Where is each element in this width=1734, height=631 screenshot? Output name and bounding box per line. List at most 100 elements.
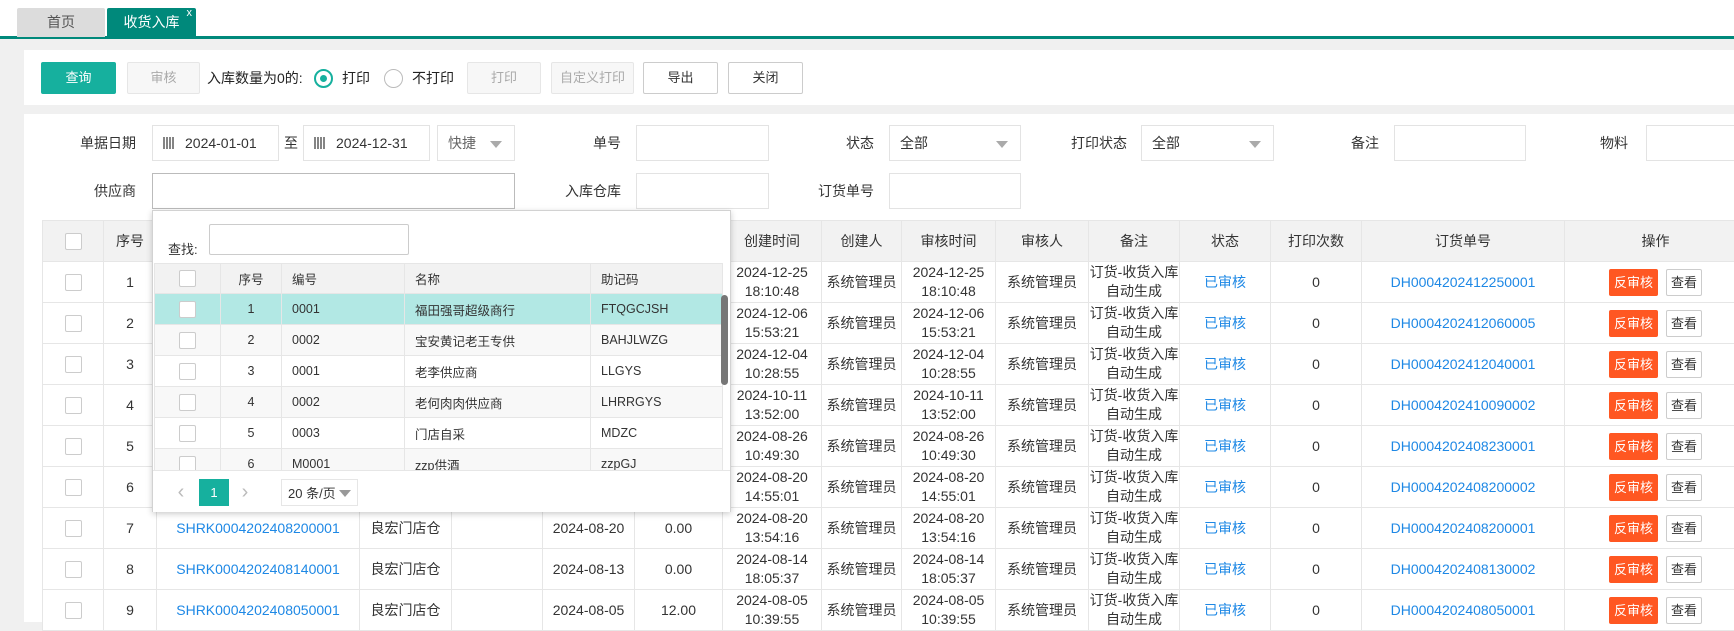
custom-print-button[interactable]: 自定义打印 (551, 62, 634, 94)
material-input[interactable] (1646, 125, 1734, 161)
scrollbar[interactable] (721, 295, 728, 385)
view-button[interactable]: 查看 (1666, 556, 1702, 583)
row-checkbox[interactable] (179, 363, 196, 380)
row-checkbox[interactable] (179, 394, 196, 411)
creator-cell: 系统管理员 (827, 479, 897, 495)
date-to-input[interactable]: 2024-12-31 (303, 125, 430, 161)
quick-select[interactable]: 快捷 (437, 125, 515, 161)
order-no-link[interactable]: DH0004202408200002 (1391, 479, 1536, 495)
order-no-link[interactable]: DH0004202412060005 (1391, 315, 1536, 331)
export-button[interactable]: 导出 (643, 62, 718, 94)
query-button[interactable]: 查询 (41, 62, 116, 94)
date-cell: 2024-08-05 (553, 602, 625, 618)
view-button[interactable]: 查看 (1666, 351, 1702, 378)
page-1-button[interactable]: 1 (199, 479, 229, 506)
audit-button[interactable]: 审核 (127, 62, 200, 94)
supplier-row[interactable]: 6M0001zzp供酒zzpGJ (155, 449, 723, 471)
unaudit-button[interactable]: 反审核 (1609, 556, 1658, 583)
status-link[interactable]: 已审核 (1204, 479, 1246, 495)
row-checkbox[interactable] (179, 332, 196, 349)
print-count-cell: 0 (1271, 426, 1362, 467)
view-button[interactable]: 查看 (1666, 597, 1702, 624)
view-button[interactable]: 查看 (1666, 515, 1702, 542)
unaudit-button[interactable]: 反审核 (1609, 597, 1658, 624)
row-checkbox[interactable] (65, 602, 82, 619)
bill-no-link[interactable]: SHRK0004202408050001 (176, 602, 339, 618)
view-button[interactable]: 查看 (1666, 392, 1702, 419)
date-from-input[interactable]: 2024-01-01 (152, 125, 279, 161)
radio-no-print[interactable] (384, 69, 403, 88)
row-checkbox[interactable] (65, 561, 82, 578)
unaudit-button[interactable]: 反审核 (1609, 433, 1658, 460)
view-button[interactable]: 查看 (1666, 474, 1702, 501)
status-link[interactable]: 已审核 (1204, 397, 1246, 413)
order-no-link[interactable]: DH0004202412040001 (1391, 356, 1536, 372)
order-no-link[interactable]: DH0004202410090002 (1391, 397, 1536, 413)
status-link[interactable]: 已审核 (1204, 520, 1246, 536)
status-link[interactable]: 已审核 (1204, 356, 1246, 372)
order-no-input[interactable] (889, 173, 1021, 209)
row-checkbox[interactable] (65, 356, 82, 373)
order-no-link[interactable]: DH0004202408230001 (1391, 438, 1536, 454)
close-icon[interactable]: x (187, 0, 193, 28)
view-button[interactable]: 查看 (1666, 310, 1702, 337)
unaudit-button[interactable]: 反审核 (1609, 392, 1658, 419)
row-checkbox[interactable] (65, 479, 82, 496)
print-count-cell: 0 (1312, 520, 1320, 536)
select-all-checkbox[interactable] (179, 270, 196, 287)
status-link[interactable]: 已审核 (1204, 602, 1246, 618)
supplier-input[interactable] (152, 173, 515, 209)
row-checkbox[interactable] (179, 301, 196, 318)
supplier-row[interactable]: 20002宝安黄记老王专供BAHJLWZG (155, 325, 723, 356)
supplier-row[interactable]: 40002老何肉肉供应商LHRRGYS (155, 387, 723, 418)
select-all-checkbox[interactable] (65, 233, 82, 250)
print-count-cell: 0 (1312, 274, 1320, 290)
radio-print[interactable] (314, 69, 333, 88)
status-link[interactable]: 已审核 (1204, 274, 1246, 290)
unaudit-button[interactable]: 反审核 (1609, 351, 1658, 378)
page-size-select[interactable]: 20 条/页 (281, 479, 358, 506)
supplier-row[interactable]: 10001福田强哥超级商行FTQGCJSH (155, 294, 723, 325)
bill-no-link[interactable]: SHRK0004202408140001 (176, 561, 339, 577)
name-cell: 老何肉肉供应商 (405, 387, 591, 418)
status-select[interactable]: 全部 (889, 125, 1021, 161)
view-button[interactable]: 查看 (1666, 433, 1702, 460)
status-link[interactable]: 已审核 (1204, 315, 1246, 331)
code-cell: 0002 (282, 387, 405, 418)
bill-no-link[interactable]: SHRK0004202408200001 (176, 520, 339, 536)
warehouse-input[interactable] (636, 173, 769, 209)
unaudit-button[interactable]: 反审核 (1609, 515, 1658, 542)
status-link[interactable]: 已审核 (1204, 438, 1246, 454)
row-checkbox[interactable] (65, 315, 82, 332)
remark-input[interactable] (1394, 125, 1526, 161)
next-page-icon[interactable]: › (235, 479, 255, 506)
close-button[interactable]: 关闭 (728, 62, 803, 94)
order-no-link[interactable]: DH0004202408200001 (1391, 520, 1536, 536)
unaudit-button[interactable]: 反审核 (1609, 474, 1658, 501)
checkbox-cell (43, 549, 104, 590)
unaudit-button[interactable]: 反审核 (1609, 310, 1658, 337)
status-link[interactable]: 已审核 (1204, 561, 1246, 577)
supplier-search-input[interactable] (209, 224, 409, 255)
bill-no-input[interactable] (636, 125, 769, 161)
row-checkbox[interactable] (65, 397, 82, 414)
row-checkbox[interactable] (65, 520, 82, 537)
supplier-row[interactable]: 30001老李供应商LLGYS (155, 356, 723, 387)
order-no-link[interactable]: DH0004202408130002 (1391, 561, 1536, 577)
tab-receiving[interactable]: 收货入库x (107, 8, 196, 37)
date-cell: 2024-08-20 (543, 508, 635, 549)
unaudit-button[interactable]: 反审核 (1609, 269, 1658, 296)
print-button[interactable]: 打印 (467, 62, 541, 94)
supplier-row[interactable]: 50003门店自采MDZC (155, 418, 723, 449)
view-button[interactable]: 查看 (1666, 269, 1702, 296)
order-no-link[interactable]: DH0004202408050001 (1391, 602, 1536, 618)
row-checkbox[interactable] (65, 438, 82, 455)
prev-page-icon[interactable]: ‹ (171, 479, 191, 506)
tab-home[interactable]: 首页 (17, 8, 105, 37)
row-checkbox[interactable] (179, 456, 196, 471)
order-no-link[interactable]: DH0004202412250001 (1391, 274, 1536, 290)
row-checkbox[interactable] (65, 274, 82, 291)
row-checkbox[interactable] (179, 425, 196, 442)
print-status-select[interactable]: 全部 (1141, 125, 1274, 161)
table-row: 9SHRK0004202408050001良宏门店仓2024-08-0512.0… (43, 590, 1734, 631)
